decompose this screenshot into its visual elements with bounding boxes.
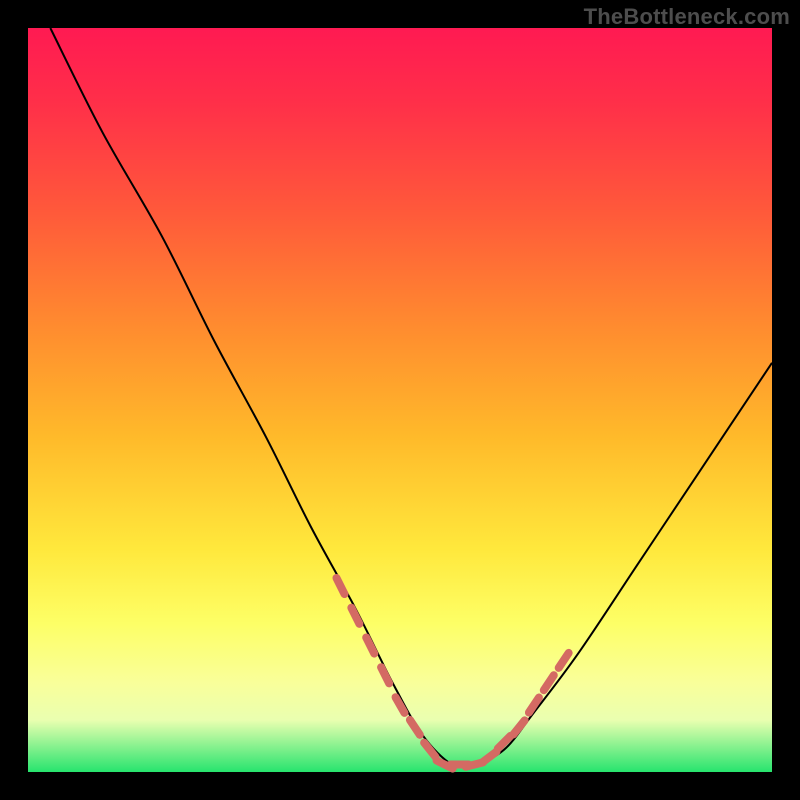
curve-marker [381,667,389,683]
curve-marker [410,720,420,735]
bottleneck-curve [28,28,772,772]
watermark-text: TheBottleneck.com [584,4,790,30]
curve-marker [424,743,435,757]
curve-marker [559,653,569,668]
curve-marker [366,637,374,653]
chart-frame: TheBottleneck.com [0,0,800,800]
curve-marker [482,752,496,763]
curve-marker [336,578,344,594]
plot-area [28,28,772,772]
curve-markers [336,578,568,769]
curve-marker [529,698,539,713]
curve-line [50,28,772,767]
curve-marker [513,720,524,734]
curve-marker [351,608,359,624]
curve-marker [396,697,405,713]
